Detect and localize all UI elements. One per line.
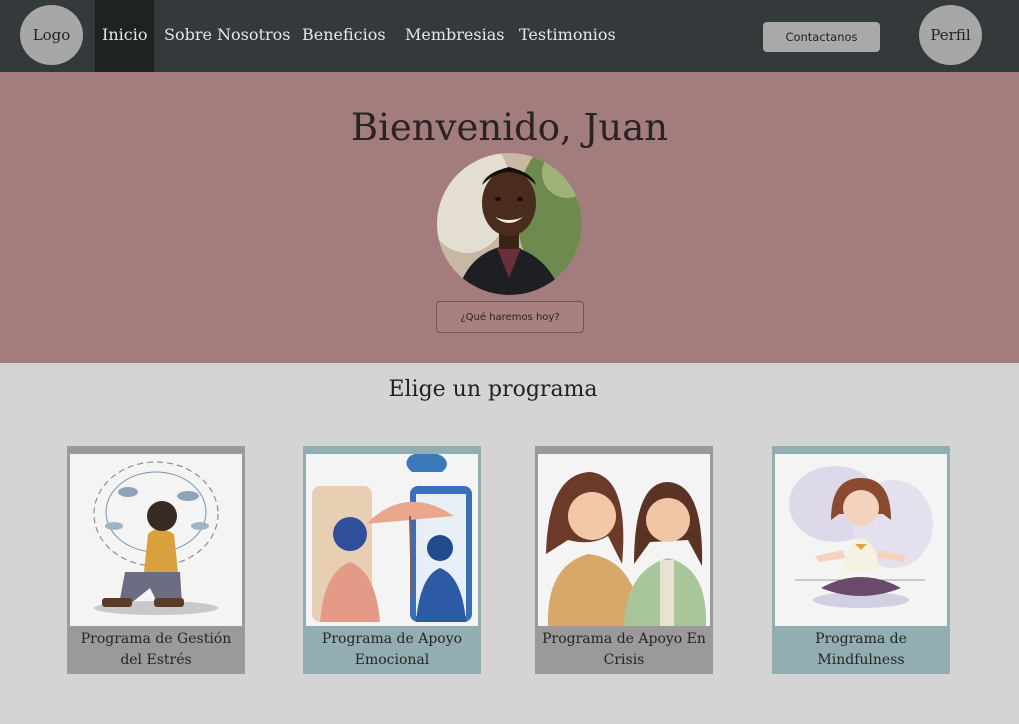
program-card-label: Programa de Apoyo En Crisis [542, 631, 706, 668]
nav-link-membresias[interactable]: Membresias [405, 25, 504, 44]
mindfulness-illustration [775, 454, 947, 626]
contact-button[interactable]: Contactanos [763, 22, 880, 52]
programs-title: Elige un programa [388, 377, 598, 402]
nav-link-testimonios[interactable]: Testimonios [519, 25, 616, 44]
stress-illustration [70, 454, 242, 626]
top-navbar: Logo Inicio Sobre Nosotros Beneficios Me… [0, 0, 1019, 72]
emotional-support-illustration [306, 454, 478, 626]
profile-button[interactable]: Perfil [919, 5, 982, 65]
program-card-mindfulness[interactable]: Programa de Mindfulness [772, 446, 950, 674]
nav-link-sobre-nosotros[interactable]: Sobre Nosotros [164, 25, 290, 44]
hero-section: Bienvenido, Juan ¿Qué haremos hoy? [0, 72, 1019, 363]
logo[interactable]: Logo [20, 5, 83, 65]
nav-link-inicio[interactable]: Inicio [102, 25, 147, 44]
program-card-crisis[interactable]: Programa de Apoyo En Crisis [535, 446, 713, 674]
program-card-label: Programa de Mindfulness [815, 631, 907, 668]
what-today-button[interactable]: ¿Qué haremos hoy? [436, 301, 584, 333]
program-card-emotional[interactable]: Programa de Apoyo Emocional [303, 446, 481, 674]
user-avatar [437, 153, 582, 295]
welcome-title: Bienvenido, Juan [350, 106, 669, 149]
program-card-stress[interactable]: Programa de Gestión del Estrés [67, 446, 245, 674]
crisis-support-illustration [538, 454, 710, 626]
program-card-label: Programa de Apoyo Emocional [321, 631, 463, 668]
program-card-label: Programa de Gestión del Estrés [80, 631, 232, 668]
nav-link-beneficios[interactable]: Beneficios [302, 25, 386, 44]
